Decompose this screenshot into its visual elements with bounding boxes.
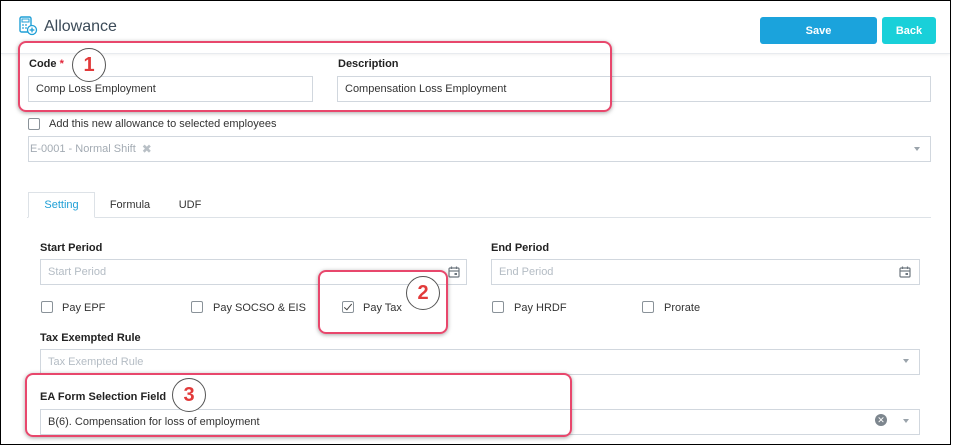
annotation-number-1: 1 — [72, 48, 106, 82]
tax-exempted-label: Tax Exempted Rule — [40, 332, 141, 344]
chevron-down-icon[interactable] — [903, 359, 909, 363]
tab-setting[interactable]: Setting — [28, 192, 95, 218]
pay-epf-checkbox[interactable] — [41, 301, 53, 313]
chevron-down-icon[interactable] — [903, 419, 909, 423]
annotation-box-3 — [25, 373, 572, 437]
end-period-label: End Period — [491, 242, 550, 254]
employee-chip: E-0001 - Normal Shift ✖ — [30, 141, 152, 157]
start-period-label: Start Period — [40, 242, 103, 254]
tax-exempted-select[interactable]: Tax Exempted Rule — [40, 349, 920, 375]
pay-hrdf-checkbox[interactable] — [492, 301, 504, 313]
pay-epf-label: Pay EPF — [62, 302, 106, 314]
annotation-number-3: 3 — [172, 378, 206, 412]
add-to-employees-label: Add this new allowance to selected emplo… — [49, 118, 277, 130]
prorate-checkbox[interactable] — [642, 301, 654, 313]
pay-socso-eis-checkbox[interactable] — [191, 301, 203, 313]
prorate-label: Prorate — [664, 302, 701, 314]
end-period-input[interactable]: End Period — [491, 259, 920, 285]
pay-socso-eis-label: Pay SOCSO & EIS — [213, 302, 306, 314]
tab-udf[interactable]: UDF — [168, 192, 212, 218]
add-to-employees-checkbox[interactable] — [28, 118, 40, 130]
calculator-add-icon — [19, 16, 38, 36]
save-button[interactable]: Save — [760, 17, 877, 44]
clear-icon[interactable]: ✕ — [875, 414, 887, 426]
annotation-box-1 — [18, 41, 612, 112]
pay-hrdf-label: Pay HRDF — [514, 302, 567, 314]
back-button[interactable]: Back — [882, 17, 936, 44]
tab-bar-divider — [27, 217, 931, 218]
chevron-down-icon[interactable] — [914, 147, 920, 151]
employee-select[interactable] — [28, 136, 931, 162]
calendar-icon[interactable] — [899, 266, 911, 278]
page-title: Allowance — [44, 18, 117, 35]
remove-chip-icon[interactable]: ✖ — [142, 142, 152, 156]
annotation-number-2: 2 — [406, 276, 440, 310]
calendar-icon[interactable] — [448, 266, 460, 278]
tab-formula[interactable]: Formula — [100, 192, 160, 218]
employee-chip-label: E-0001 - Normal Shift — [30, 143, 136, 155]
